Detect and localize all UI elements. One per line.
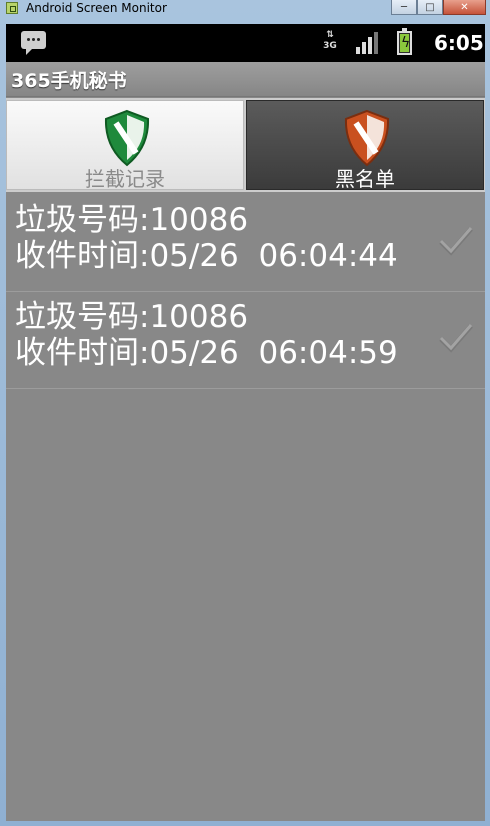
green-shield-icon	[104, 109, 150, 167]
close-button[interactable]: ✕	[443, 0, 486, 15]
app-title-bar: 365手机秘书	[6, 62, 485, 97]
app-icon	[6, 2, 18, 14]
notification-icon	[21, 31, 46, 55]
checkmark-icon[interactable]	[438, 225, 474, 257]
tab-bar: 拦截记录 黑名单	[6, 98, 485, 192]
message-list: 垃圾号码:10086 收件时间:05/26 06:04:44 垃圾号码:1008…	[6, 195, 485, 389]
window-titlebar[interactable]: Android Screen Monitor ─ □ ✕	[0, 0, 490, 18]
received-time: 收件时间:05/26 06:04:44	[15, 238, 398, 274]
status-clock: 6:05	[434, 31, 484, 55]
data-3g-icon: ⇅ 3G	[323, 30, 337, 51]
list-item[interactable]: 垃圾号码:10086 收件时间:05/26 06:04:44	[6, 195, 485, 292]
tab-blacklist[interactable]: 黑名单	[246, 100, 484, 191]
spam-number: 垃圾号码:10086	[15, 299, 249, 335]
status-bar[interactable]: ⇅ 3G ϟ 6:05	[6, 24, 485, 62]
orange-shield-icon	[344, 109, 390, 167]
tab-label: 拦截记录	[85, 167, 165, 191]
window-title: Android Screen Monitor	[26, 1, 167, 15]
app-title: 365手机秘书	[11, 70, 127, 92]
signal-icon	[356, 32, 380, 54]
minimize-button[interactable]: ─	[391, 0, 417, 15]
caption-buttons: ─ □ ✕	[391, 0, 486, 15]
device-screen: ⇅ 3G ϟ 6:05 365手机秘书 拦截记录 黑名单 垃圾号码:10086 …	[6, 24, 485, 821]
maximize-button[interactable]: □	[417, 0, 443, 15]
spam-number: 垃圾号码:10086	[15, 202, 249, 238]
network-type: 3G	[323, 41, 337, 51]
received-time: 收件时间:05/26 06:04:59	[15, 335, 398, 371]
list-item[interactable]: 垃圾号码:10086 收件时间:05/26 06:04:59	[6, 292, 485, 389]
tab-label: 黑名单	[335, 167, 395, 191]
asm-window: Android Screen Monitor ─ □ ✕ ⇅ 3G ϟ 6:05 …	[0, 0, 490, 826]
battery-charging-icon: ϟ	[397, 28, 412, 55]
tab-intercept-log[interactable]: 拦截记录	[6, 100, 244, 191]
checkmark-icon[interactable]	[438, 322, 474, 354]
